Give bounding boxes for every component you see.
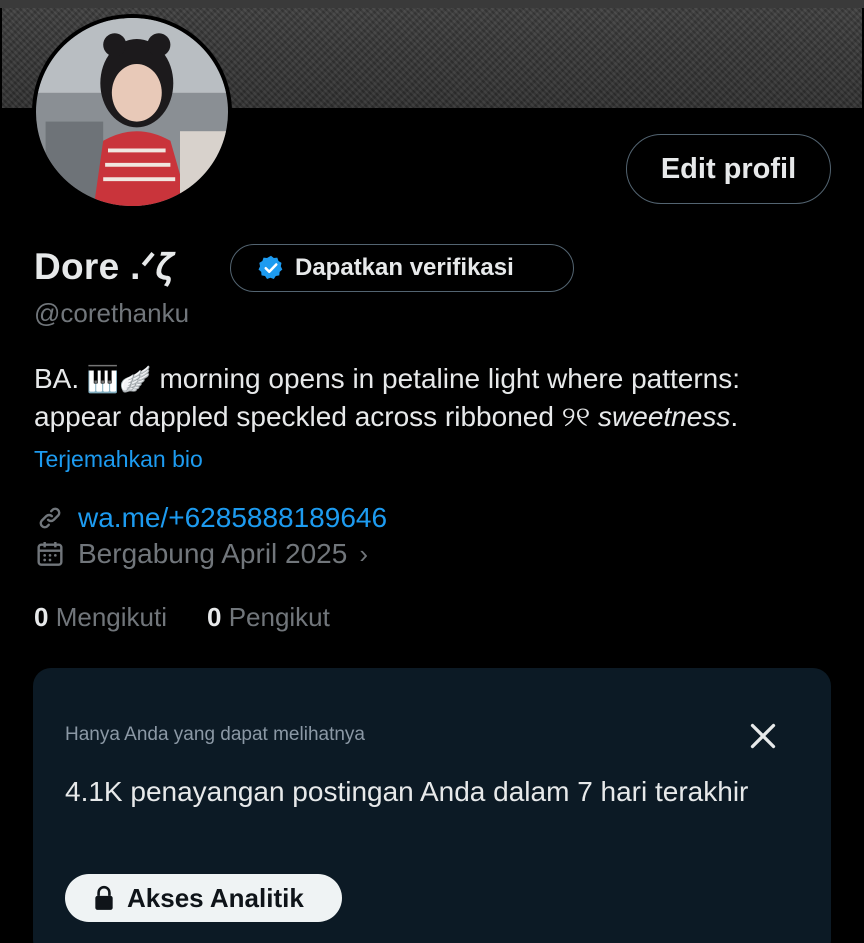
followers-count: 0	[206, 602, 222, 632]
following-stat[interactable]: 0 Mengikuti	[34, 602, 167, 633]
insight-message: 4.1K penayangan postingan Anda dalam 7 h…	[65, 776, 749, 807]
avatar[interactable]	[32, 14, 232, 210]
get-verified-button[interactable]: Dapatkan verifikasi	[230, 244, 574, 292]
lock-icon	[95, 885, 113, 910]
followers-label: Pengikut	[228, 602, 330, 632]
link-icon	[39, 507, 61, 529]
access-analytics-label: Akses Analitik	[127, 882, 304, 913]
website-row: wa.me/+6285888189646	[34, 502, 387, 534]
bio-glyph: ୨୧	[561, 401, 591, 432]
bio-suffix: .	[730, 401, 739, 432]
following-label: Mengikuti	[55, 602, 167, 632]
following-count: 0	[34, 602, 49, 632]
edit-profile-button[interactable]: Edit profil	[626, 134, 831, 204]
translate-bio-link[interactable]: Terjemahkan bio	[34, 446, 203, 473]
join-date: Bergabung April 2025	[78, 538, 348, 569]
close-icon[interactable]	[745, 718, 781, 754]
bio-text-2: sweetness	[598, 401, 731, 432]
join-date-row[interactable]: Bergabung April 2025 ›	[34, 538, 368, 570]
privacy-note: Hanya Anda yang dapat melihatnya	[65, 724, 365, 745]
bio-prefix: BA.	[34, 363, 80, 394]
display-name: Dore .ᐟ𝜁	[34, 246, 174, 287]
bio-emoji: 🎹🪽	[86, 364, 152, 394]
get-verified-label: Dapatkan verifikasi	[295, 254, 514, 281]
avatar-photo	[36, 18, 228, 206]
calendar-icon	[37, 542, 63, 566]
bio: BA. 🎹🪽 morning opens in petaline light w…	[34, 360, 834, 436]
handle: @corethanku	[34, 298, 190, 328]
chevron-right-icon: ›	[359, 538, 368, 569]
analytics-insight-card: Hanya Anda yang dapat melihatnya 4.1K pe…	[33, 668, 831, 943]
access-analytics-button[interactable]: Akses Analitik	[65, 874, 342, 922]
follow-stats: 0 Mengikuti 0 Pengikut	[34, 602, 330, 633]
followers-stat[interactable]: 0 Pengikut	[207, 602, 330, 633]
website-link[interactable]: wa.me/+6285888189646	[78, 502, 387, 534]
top-bar	[0, 0, 864, 8]
verified-badge-icon	[258, 255, 283, 279]
